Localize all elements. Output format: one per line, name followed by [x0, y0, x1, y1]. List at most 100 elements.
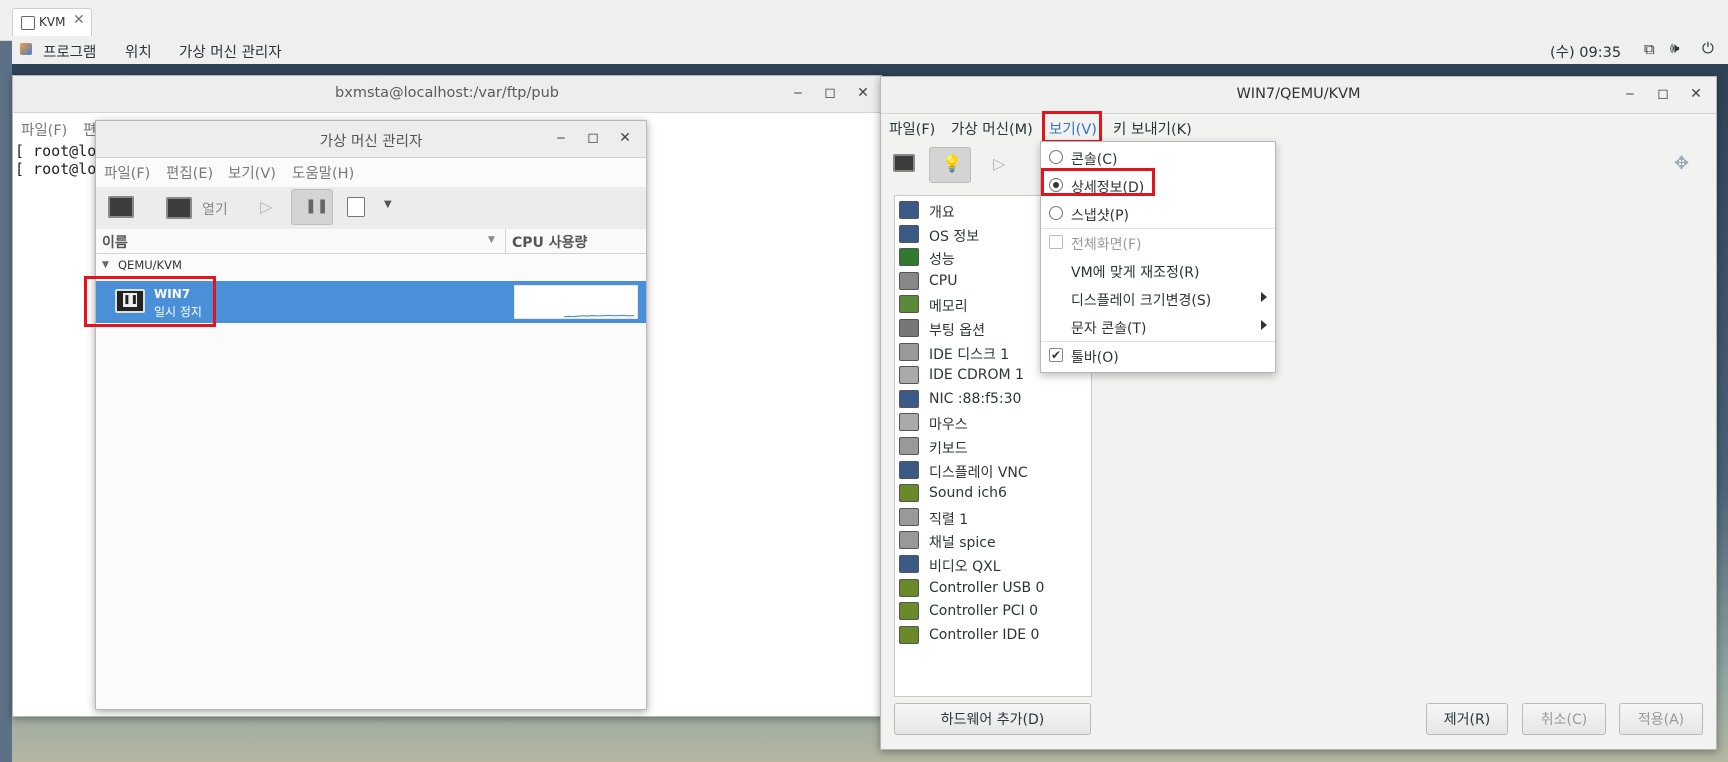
close-button[interactable]: ✕	[1687, 85, 1705, 103]
play-icon[interactable]: ▷	[993, 154, 1005, 173]
hardware-item[interactable]: 키보드	[895, 434, 1091, 460]
hardware-item[interactable]: Controller IDE 0	[895, 623, 1091, 649]
hardware-item-label: 성능	[929, 252, 955, 269]
gear-icon	[899, 319, 919, 337]
minimize-button[interactable]: ‒	[1621, 85, 1639, 103]
close-button[interactable]: ✕	[854, 84, 872, 102]
chevron-down-icon[interactable]: ▼	[384, 199, 392, 210]
checkbox-icon	[1049, 235, 1063, 249]
add-hardware-button[interactable]: 하드웨어 추가(D)	[894, 703, 1091, 735]
pause-icon: ❚❚	[305, 198, 329, 214]
hardware-item[interactable]: Controller USB 0	[895, 576, 1091, 602]
open-button-label[interactable]: 열기	[202, 199, 228, 219]
maximize-button[interactable]: ◻	[584, 129, 602, 147]
menu-item-resize-to-vm[interactable]: VM에 맞게 재조정(R)	[1041, 257, 1275, 285]
sort-chevron-icon[interactable]: ▼	[488, 235, 495, 245]
minimize-button[interactable]: ‒	[789, 84, 807, 102]
terminal-titlebar[interactable]: bxmsta@localhost:/var/ftp/pub ‒ ◻ ✕	[13, 76, 881, 113]
maximize-button[interactable]: ◻	[821, 84, 839, 102]
fullscreen-icon[interactable]: ✥	[1674, 153, 1689, 174]
vm-titlebar[interactable]: WIN7/QEMU/KVM ‒ ◻ ✕	[881, 77, 1716, 114]
menu-item-fullscreen[interactable]: 전체화면(F)	[1041, 229, 1275, 257]
hardware-item[interactable]: Sound ich6	[895, 481, 1091, 507]
menu-item-scale-display[interactable]: 디스플레이 크기변경(S)	[1041, 285, 1275, 313]
hardware-item-label: 마우스	[929, 417, 968, 434]
hardware-item-label: 키보드	[929, 441, 968, 457]
menu-item-toolbar[interactable]: ✔ 툴바(O)	[1041, 342, 1275, 370]
hardware-item-label: 직렬 1	[929, 511, 969, 528]
terminal-menu-file[interactable]: 파일(F)	[21, 119, 67, 140]
places-menu[interactable]: 위치	[125, 41, 152, 62]
column-name-header[interactable]: 이름	[102, 232, 128, 252]
power-icon[interactable]: ⏻	[1702, 39, 1714, 57]
menu-item-label: 툴바(O)	[1071, 350, 1119, 366]
hardware-item[interactable]: 마우스	[895, 410, 1091, 436]
hardware-item[interactable]: 직렬 1	[895, 505, 1091, 531]
vmm-titlebar[interactable]: 가상 머신 관리자 ‒ ◻ ✕	[96, 121, 646, 158]
browser-tab-kvm[interactable]: KVM ✕	[12, 8, 92, 37]
details-view-button[interactable]: 💡	[929, 147, 971, 183]
applications-menu[interactable]: 프로그램	[43, 41, 96, 62]
vm-details-window: WIN7/QEMU/KVM ‒ ◻ ✕ 파일(F) 가상 머신(M) 보기(V)…	[880, 76, 1717, 750]
shutdown-icon[interactable]	[347, 197, 365, 217]
monitor-icon	[899, 555, 919, 573]
network-icon[interactable]: ⧉	[1644, 40, 1655, 58]
remove-button[interactable]: 제거(R)	[1426, 703, 1508, 735]
pause-button[interactable]: ❚❚	[291, 189, 333, 225]
app-menu[interactable]: 가상 머신 관리자	[179, 41, 282, 62]
monitor-icon	[899, 460, 919, 479]
cancel-button[interactable]: 취소(C)	[1522, 703, 1606, 735]
hard-disk-icon	[899, 342, 919, 361]
vmm-menu-file[interactable]: 파일(F)	[104, 162, 150, 183]
hardware-item[interactable]: 디스플레이 VNC	[895, 458, 1091, 484]
column-cpu-header	[505, 229, 506, 253]
expander-icon[interactable]: ▼	[102, 260, 109, 270]
hardware-item-label: Controller PCI 0	[929, 603, 1039, 620]
vm-menu-file[interactable]: 파일(F)	[889, 118, 935, 139]
menu-item-label: 문자 콘솔(T)	[1071, 321, 1147, 337]
apps-icon	[20, 43, 32, 55]
hardware-item-label: 채널 spice	[929, 535, 996, 552]
play-icon[interactable]: ▷	[260, 197, 272, 216]
radio-icon	[1049, 150, 1063, 164]
hardware-item-label: CPU	[929, 272, 958, 289]
minimize-button[interactable]: ‒	[552, 129, 570, 147]
cpu-usage-graph	[514, 285, 638, 319]
vmm-menu-help[interactable]: 도움말(H)	[292, 162, 354, 183]
new-vm-icon[interactable]	[108, 196, 134, 218]
vmm-window: 가상 머신 관리자 ‒ ◻ ✕ 파일(F) 편집(E) 보기(V) 도움말(H)…	[84, 120, 647, 710]
submenu-arrow-icon	[1261, 292, 1267, 302]
hardware-item[interactable]: 비디오 QXL	[895, 552, 1091, 578]
controller-card-icon	[899, 625, 919, 644]
console-view-icon[interactable]	[893, 154, 915, 172]
menu-item-label: 전체화면(F)	[1071, 237, 1142, 253]
view-menu-highlight-box	[1042, 111, 1102, 143]
close-button[interactable]: ✕	[616, 129, 634, 147]
hardware-item[interactable]: Controller PCI 0	[895, 599, 1091, 625]
vm-toolbar: 💡 ▷ ✥	[881, 143, 1716, 185]
hardware-item[interactable]: 채널 spice	[895, 528, 1091, 554]
maximize-button[interactable]: ◻	[1654, 85, 1672, 103]
hardware-item[interactable]: NIC :88:f5:30	[895, 387, 1091, 413]
apply-button[interactable]: 적용(A)	[1619, 703, 1703, 735]
volume-icon[interactable]: 🕪	[1670, 39, 1679, 57]
connection-group-row[interactable]: ▼ QEMU/KVM	[96, 254, 646, 276]
radio-icon	[1049, 206, 1063, 220]
channel-icon	[899, 531, 919, 550]
menu-item-snapshot[interactable]: 스냅샷(P)	[1041, 200, 1275, 228]
checkbox-checked-icon: ✔	[1049, 348, 1063, 362]
serial-port-icon	[899, 507, 919, 526]
close-tab-icon[interactable]: ✕	[73, 12, 85, 28]
connection-name: QEMU/KVM	[118, 258, 182, 272]
column-cpu-usage-header[interactable]: CPU 사용량	[512, 232, 587, 252]
cpu-chip-icon	[899, 271, 919, 290]
mouse-icon	[899, 413, 919, 432]
open-monitor-icon[interactable]	[166, 197, 192, 219]
clock[interactable]: (수) 09:35	[1550, 41, 1621, 62]
menu-item-text-console[interactable]: 문자 콘솔(T)	[1041, 313, 1275, 341]
vm-menu-machine[interactable]: 가상 머신(M)	[951, 118, 1033, 139]
browser-tab-strip	[0, 0, 1728, 41]
vmm-menu-edit[interactable]: 편집(E)	[166, 162, 213, 183]
vm-menu-sendkey[interactable]: 키 보내기(K)	[1113, 118, 1192, 139]
vmm-menu-view[interactable]: 보기(V)	[228, 162, 276, 183]
